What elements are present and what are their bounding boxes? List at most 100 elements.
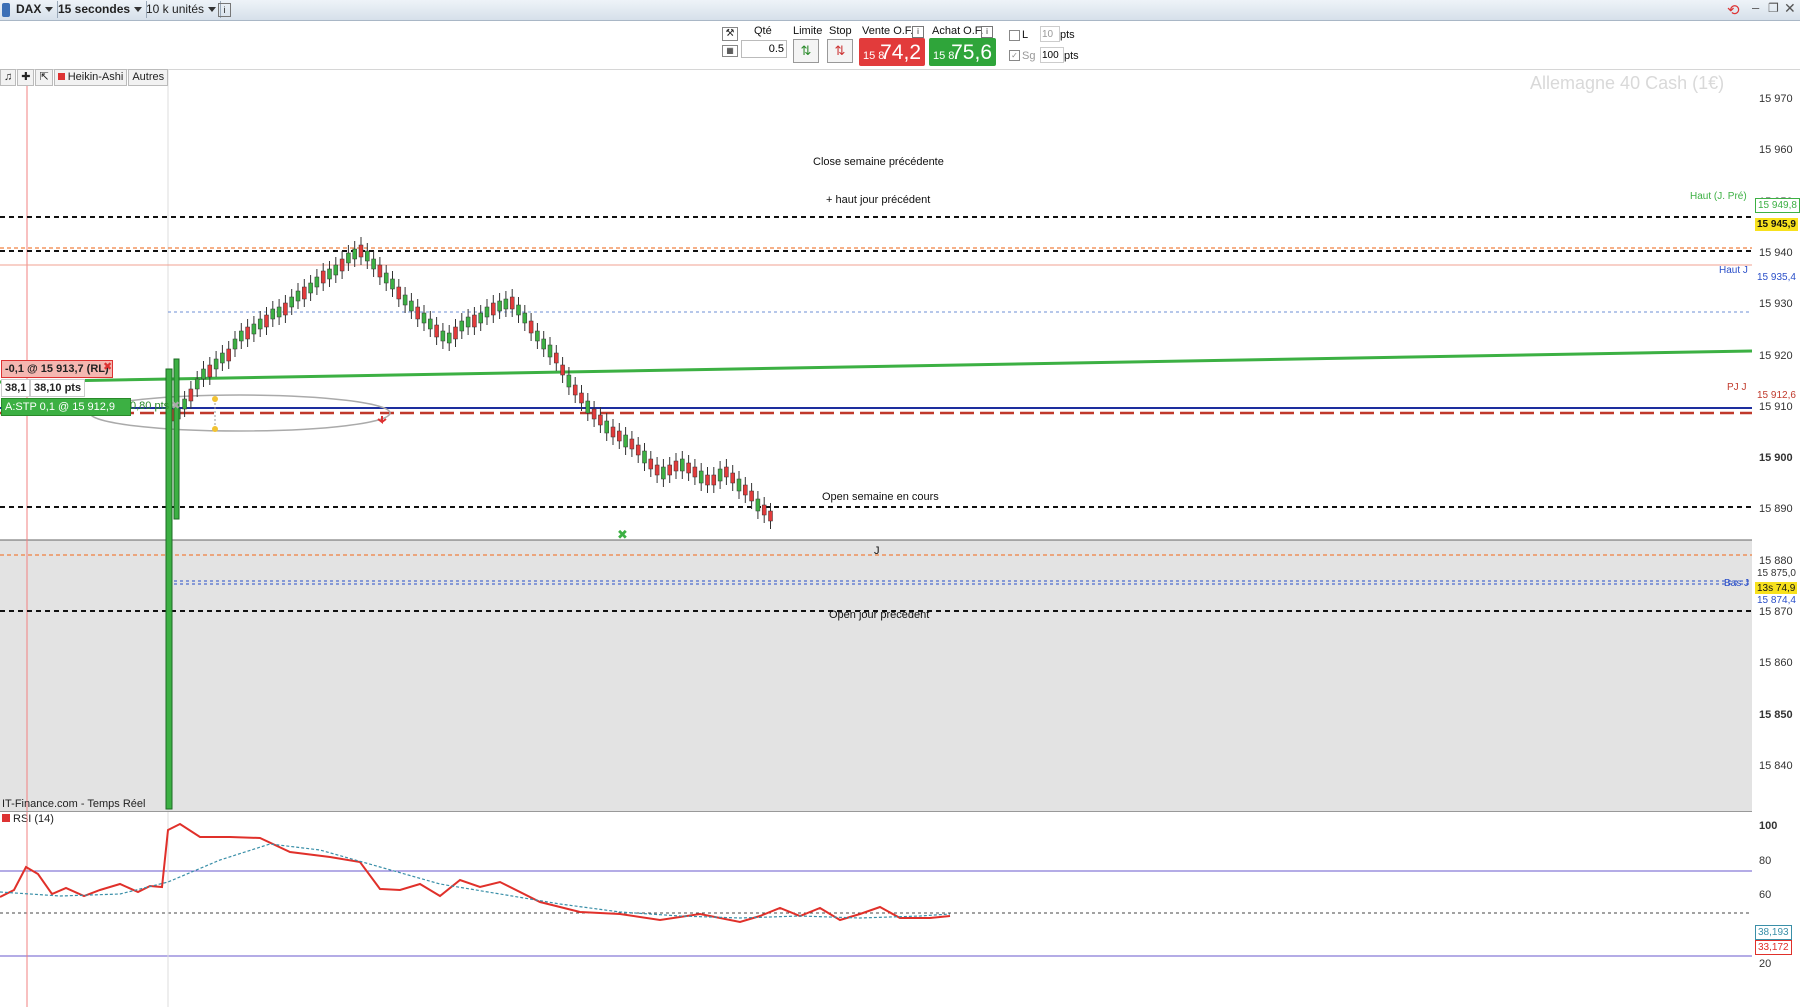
sg-label: Sg	[1022, 50, 1036, 62]
qty-input[interactable]	[741, 40, 787, 58]
candle	[509, 296, 515, 310]
price-tick: 15 910	[1759, 400, 1793, 413]
candle	[705, 474, 710, 486]
candle	[648, 458, 654, 470]
chart-toolbar: ♫ ✚ ⇱ Heikin-Ashi Autres	[0, 69, 169, 86]
app-icon	[2, 3, 10, 17]
l-input[interactable]	[1040, 26, 1060, 42]
candle	[654, 464, 660, 476]
candle	[554, 352, 559, 364]
stop-order-button[interactable]: ⇅	[827, 39, 853, 63]
buy-button[interactable]: 15 8 75,6	[929, 38, 996, 66]
cancel-stop-icon[interactable]: ✖	[171, 399, 180, 412]
rsi-tag-avg: 38,193	[1755, 925, 1792, 940]
info-icon[interactable]: i	[981, 26, 993, 38]
rsi-tick-20: 20	[1759, 958, 1772, 970]
limit-order-button[interactable]: ⇅	[793, 39, 819, 63]
stop-order-tag[interactable]: A:STP 0,1 @ 15 912,9	[1, 398, 131, 416]
candle	[598, 414, 603, 426]
sg-checkbox[interactable]: ✓	[1009, 50, 1020, 61]
others-button[interactable]: Autres	[128, 69, 169, 86]
candle	[371, 258, 376, 270]
restore-icon[interactable]: ❐	[1768, 1, 1779, 15]
candle	[465, 316, 471, 328]
position-size-tag[interactable]: 38,1	[1, 379, 31, 397]
tag-red: 15 912,6	[1755, 389, 1798, 402]
rsi-chart[interactable]	[0, 812, 1800, 1007]
chevron-down-icon	[45, 7, 54, 13]
candle	[409, 300, 414, 312]
candle	[528, 320, 534, 334]
sell-price: 74,2	[880, 41, 921, 64]
candle	[295, 290, 301, 302]
candle	[213, 358, 219, 370]
candle	[302, 286, 307, 300]
refresh-icon[interactable]: ⟲	[1727, 1, 1740, 19]
candle	[591, 408, 597, 420]
candle	[383, 272, 389, 284]
candle	[579, 392, 584, 404]
cancel-limit-icon[interactable]: ✖	[103, 360, 112, 373]
candle	[661, 466, 666, 480]
limit-order-tag[interactable]: -0,1 @ 15 913,7 (RL)	[1, 360, 113, 378]
timeframe-dropdown[interactable]: 15 secondes	[54, 1, 148, 18]
candle	[226, 348, 231, 362]
units-dropdown[interactable]: 10 k unités	[142, 1, 222, 18]
close-icon[interactable]: ✕	[1784, 0, 1796, 17]
buy-price: 75,6	[951, 41, 992, 64]
draw-icon[interactable]: ✚	[17, 69, 35, 86]
level-high-prev-day: + haut jour précédent	[826, 194, 931, 206]
instrument-dropdown[interactable]: DAX	[12, 1, 59, 18]
candle	[472, 314, 477, 328]
candle	[459, 320, 465, 332]
rsi-tag-value: 33,172	[1755, 940, 1792, 955]
candle	[673, 460, 679, 472]
candle	[453, 326, 458, 340]
sg-input[interactable]	[1040, 47, 1064, 63]
alarm-icon[interactable]: ♫	[0, 69, 17, 86]
candle	[377, 264, 383, 278]
sell-button[interactable]: 15 8 74,2	[859, 38, 925, 66]
qty-label: Qté	[754, 25, 772, 37]
price-chart[interactable]: ✖	[0, 69, 1800, 811]
top-toolbar: DAX 15 secondes 10 k unités i ⟲ – ❐ ✕	[0, 0, 1800, 21]
minimize-icon[interactable]: –	[1752, 0, 1759, 15]
tag-yellow: 15 945,9	[1755, 218, 1798, 231]
chart-style-button[interactable]: Heikin-Ashi	[53, 69, 128, 86]
l-label: L	[1022, 29, 1029, 41]
candle	[232, 338, 238, 350]
tag-high-prev: 15 949,8	[1755, 198, 1800, 213]
chevron-down-icon	[134, 7, 143, 13]
tag-low: 15 874,4	[1755, 594, 1798, 607]
candle	[686, 462, 691, 474]
candle	[749, 490, 754, 502]
tag-gray: 15 875,0	[1755, 567, 1798, 580]
candle	[736, 478, 742, 492]
candle	[220, 352, 225, 364]
keyboard-icon[interactable]: ▦	[722, 45, 738, 57]
candle	[207, 364, 213, 378]
candle	[339, 258, 345, 272]
candle	[314, 276, 320, 288]
wrench-icon[interactable]: ⚒	[722, 27, 738, 41]
candle	[428, 318, 433, 330]
candle	[635, 444, 641, 456]
l-checkbox[interactable]	[1009, 30, 1020, 41]
candle	[245, 326, 250, 340]
level-high-day: Haut J	[1719, 265, 1748, 276]
candle-spike	[165, 368, 173, 810]
limit-label: Limite	[793, 25, 823, 37]
candle	[390, 278, 395, 290]
candle	[566, 374, 572, 388]
candle	[415, 306, 420, 320]
candle	[446, 332, 452, 344]
candle	[396, 286, 402, 300]
candle	[617, 430, 622, 442]
price-tick: 15 920	[1759, 349, 1793, 362]
candle	[724, 466, 729, 478]
candle	[283, 302, 288, 316]
zoom-icon[interactable]: ⇱	[35, 69, 53, 86]
info-icon[interactable]: i	[912, 26, 924, 38]
candle	[421, 312, 427, 324]
info-icon[interactable]: i	[218, 3, 231, 17]
